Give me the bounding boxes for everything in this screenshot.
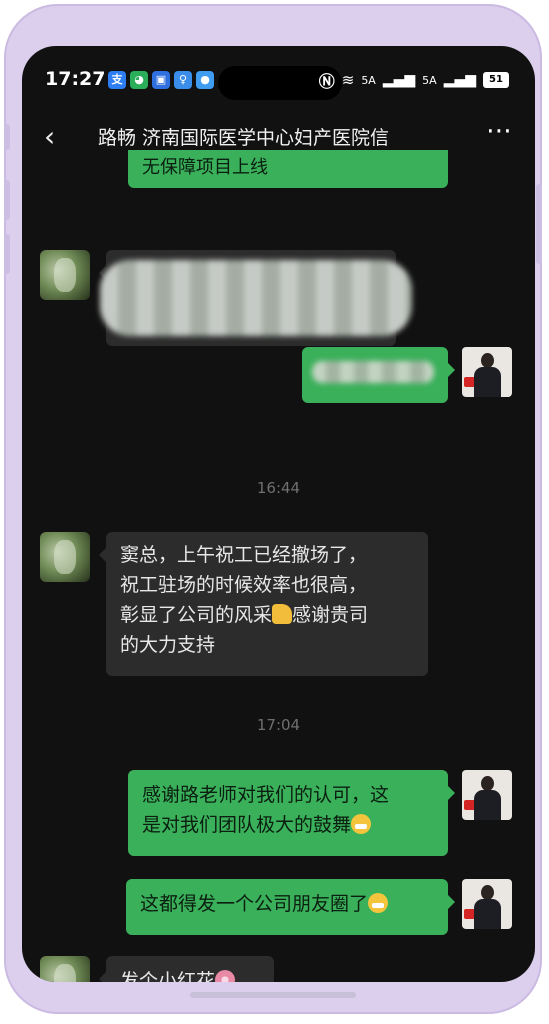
message-text: 这都得发一个公司朋友圈了 [140,893,369,915]
wechat-icon: ◕ [130,71,148,89]
home-indicator[interactable] [190,992,356,998]
status-right: Ⓝ ≋ 5A ▂▄▆ 5A ▂▄▆ 51 [318,70,509,91]
app-notification-icon: ▣ [152,71,170,89]
flower-emoji-icon [215,970,236,982]
status-bar: 17:27 支 ◕ ▣ ♀ ● Ⓝ ≋ 5A ▂▄▆ 5A ▂▄▆ 51 [22,46,535,110]
message-line: 窦总，上午祝工已经撤场了， [120,544,368,566]
screen: 17:27 支 ◕ ▣ ♀ ● Ⓝ ≋ 5A ▂▄▆ 5A ▂▄▆ 51 ‹ 路… [22,46,535,982]
message-bubble-incoming[interactable]: 窦总，上午祝工已经撤场了， 祝工驻场的时候效率也很高， 彰显了公司的风采 感谢贵司… [99,532,428,676]
status-time: 17:27 [45,68,106,90]
message-bubble-outgoing[interactable]: 无保障项目上线 [128,150,448,188]
user-avatar[interactable] [462,347,512,397]
contact-avatar[interactable] [40,250,90,300]
message-line: 是对我们团队极大的鼓舞 [142,810,434,840]
message-text: 发个小红花 [120,970,216,982]
phone-frame: 17:27 支 ◕ ▣ ♀ ● Ⓝ ≋ 5A ▂▄▆ 5A ▂▄▆ 51 ‹ 路… [4,4,542,1014]
chat-messages[interactable]: 无保障项目上线 16:44 窦总，上午祝工已经撤场了， 祝工驻场的时候效率也很高… [22,150,535,982]
redaction-blur [100,260,412,336]
message-line: 的大力支持 [120,634,216,656]
message-line: 祝工驻场的时候效率也很高， [120,574,368,596]
message-line: 感谢路老师对我们的认可，这 [142,784,390,806]
contact-avatar[interactable] [40,956,90,982]
wifi-icon: ≋ [341,71,355,89]
nfc-icon: Ⓝ [318,72,335,91]
signal-2-label: 5A [422,73,437,87]
contact-avatar[interactable] [40,532,90,582]
user-avatar[interactable] [462,770,512,820]
user-avatar[interactable] [462,879,512,929]
grin-emoji-icon [368,893,389,913]
signal-1-label: 5A [361,73,376,87]
redaction-blur [312,361,434,383]
volume-up-button [4,180,10,220]
message-bubble-outgoing[interactable]: 感谢路老师对我们的认可，这 是对我们团队极大的鼓舞 [128,770,455,856]
battery-icon: 51 [483,72,509,88]
message-bubble-outgoing[interactable] [302,347,455,403]
message-icon: ● [196,71,214,89]
alipay-icon: 支 [108,71,126,89]
message-bubble-outgoing[interactable]: 这都得发一个公司朋友圈了 [126,879,455,935]
signal-1-icon: ▂▄▆ [382,72,416,88]
back-button[interactable]: ‹ [44,120,55,153]
signal-2-icon: ▂▄▆ [443,72,476,88]
side-button [4,124,10,150]
message-bubble-incoming[interactable] [99,250,412,346]
power-button [536,184,542,264]
idea-icon: ♀ [174,71,192,89]
message-bubble-incoming[interactable]: 发个小红花 [99,956,274,982]
timestamp: 16:44 [256,479,301,497]
more-options-button[interactable]: ⋯ [486,116,513,146]
timestamp: 17:04 [256,716,301,734]
thumbs-up-icon [272,604,293,624]
grin-emoji-icon [351,814,372,834]
volume-down-button [4,234,10,274]
message-line: 彰显了公司的风采 感谢贵司 [120,604,369,626]
chat-title: 路畅 济南国际医学中心妇产医院信 [98,127,390,149]
message-text: 无保障项目上线 [142,157,268,178]
